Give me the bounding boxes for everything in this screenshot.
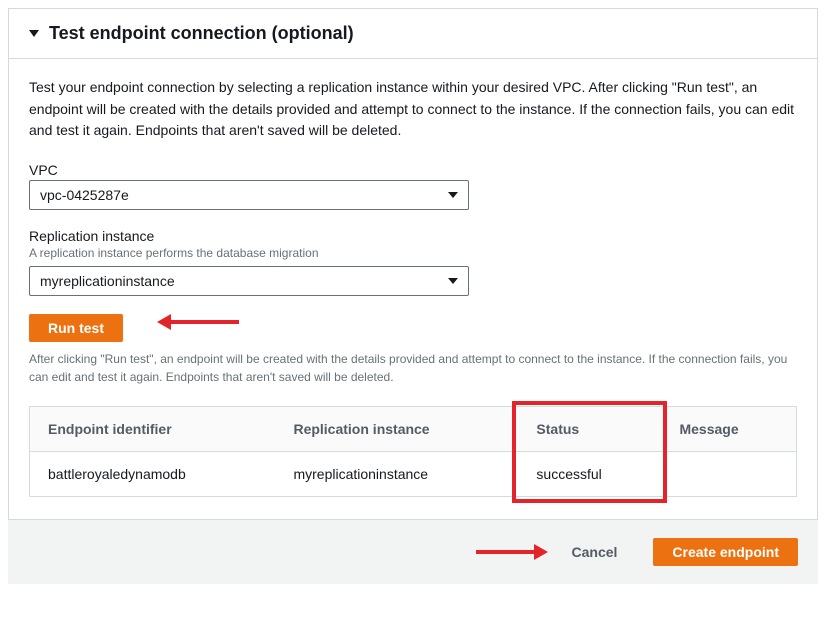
replication-select[interactable]: myreplicationinstance xyxy=(29,266,469,296)
col-message: Message xyxy=(661,407,796,452)
cell-message xyxy=(661,452,796,497)
vpc-field: VPC vpc-0425287e xyxy=(29,162,797,210)
run-test-help: After clicking "Run test", an endpoint w… xyxy=(29,350,797,386)
caret-down-icon xyxy=(29,30,39,37)
panel-description: Test your endpoint connection by selecti… xyxy=(29,77,797,142)
replication-field: Replication instance A replication insta… xyxy=(29,228,797,296)
create-endpoint-button[interactable]: Create endpoint xyxy=(653,538,798,566)
replication-select-button[interactable]: myreplicationinstance xyxy=(29,266,469,296)
panel-body: Test your endpoint connection by selecti… xyxy=(9,59,817,519)
col-replication: Replication instance xyxy=(275,407,518,452)
test-endpoint-panel: Test endpoint connection (optional) Test… xyxy=(8,8,818,520)
results-table: Endpoint identifier Replication instance… xyxy=(29,406,797,497)
vpc-select[interactable]: vpc-0425287e xyxy=(29,180,469,210)
annotation-arrow-icon xyxy=(169,320,239,324)
vpc-label: VPC xyxy=(29,162,797,178)
col-endpoint: Endpoint identifier xyxy=(30,407,276,452)
col-status: Status xyxy=(518,407,661,452)
cell-status: successful xyxy=(518,452,661,497)
replication-help: A replication instance performs the data… xyxy=(29,246,797,260)
cancel-button[interactable]: Cancel xyxy=(554,539,636,565)
cell-replication: myreplicationinstance xyxy=(275,452,518,497)
annotation-arrow-icon xyxy=(476,550,536,554)
replication-label: Replication instance xyxy=(29,228,797,244)
panel-title: Test endpoint connection (optional) xyxy=(49,23,354,44)
footer-actions: Cancel Create endpoint xyxy=(8,520,818,584)
chevron-down-icon xyxy=(448,192,458,198)
vpc-select-value: vpc-0425287e xyxy=(40,187,129,203)
chevron-down-icon xyxy=(448,278,458,284)
table-row: battleroyaledynamodb myreplicationinstan… xyxy=(30,452,797,497)
results-table-wrap: Endpoint identifier Replication instance… xyxy=(29,406,797,497)
vpc-select-button[interactable]: vpc-0425287e xyxy=(29,180,469,210)
replication-select-value: myreplicationinstance xyxy=(40,273,175,289)
table-header-row: Endpoint identifier Replication instance… xyxy=(30,407,797,452)
cell-endpoint: battleroyaledynamodb xyxy=(30,452,276,497)
panel-header[interactable]: Test endpoint connection (optional) xyxy=(9,9,817,59)
run-test-button[interactable]: Run test xyxy=(29,314,123,342)
